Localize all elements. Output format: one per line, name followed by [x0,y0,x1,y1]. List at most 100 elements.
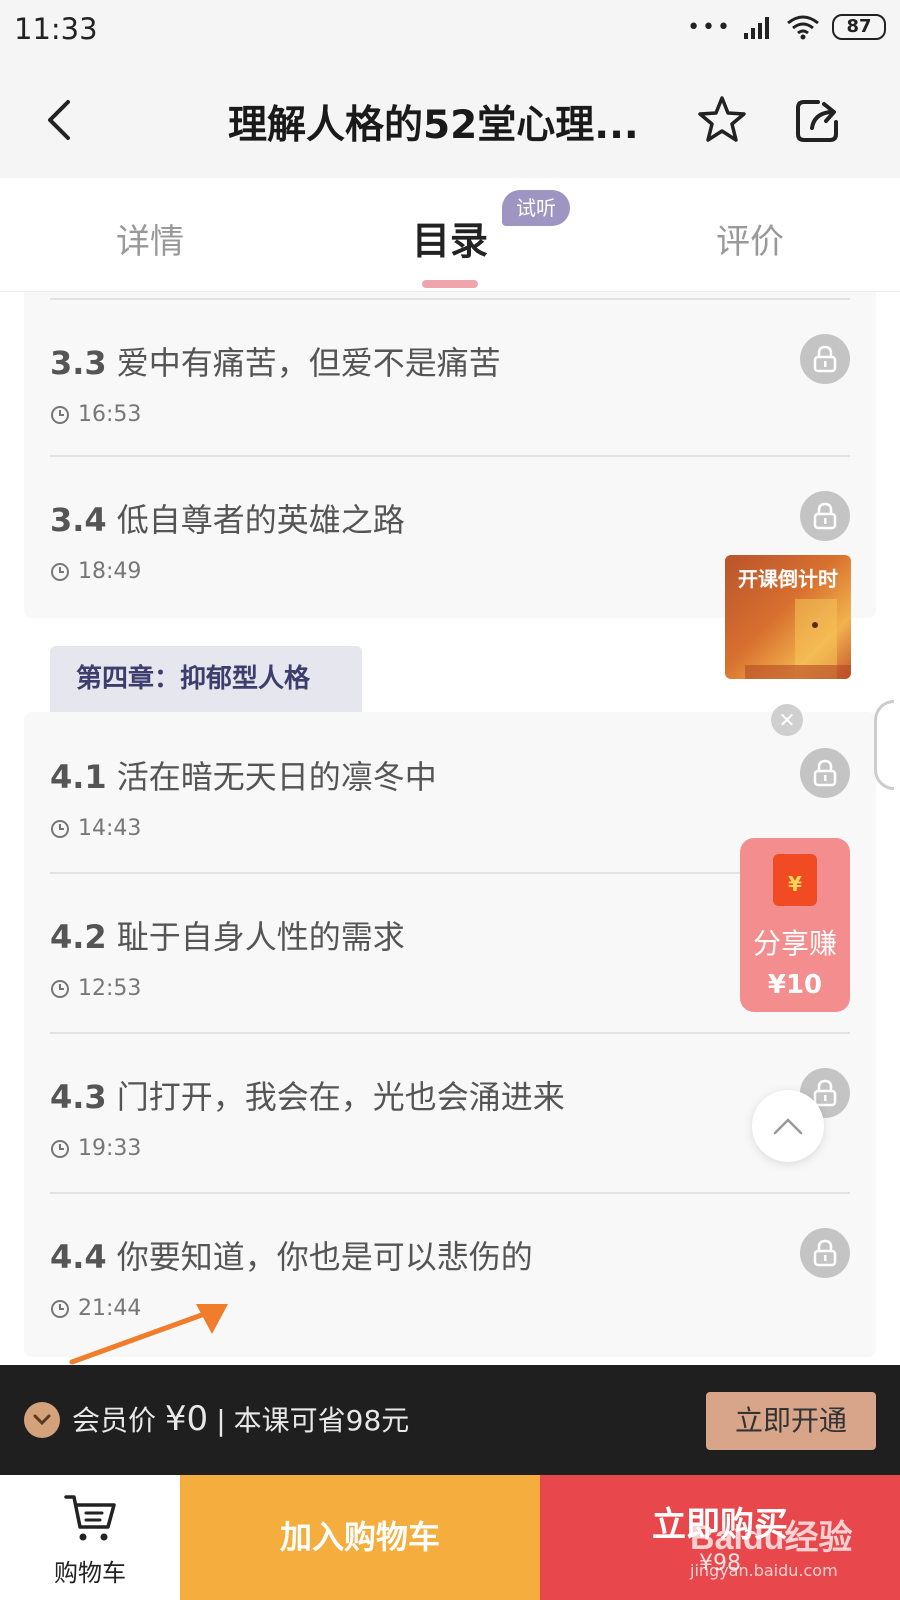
favorite-button[interactable] [696,94,748,146]
clock-icon [51,979,69,998]
member-promo-bar: 会员价 ¥0 | 本课可省98元 立即开通 [0,1365,900,1475]
signal-icon [744,17,769,39]
shopping-cart-icon [64,1495,116,1541]
list-item[interactable]: 4.3 门打开，我会在，光也会涌进来 19:33 [50,1032,850,1192]
list-item[interactable]: 3.3 爱中有痛苦，但爱不是痛苦 16:53 [50,298,850,458]
duration-text: 14:43 [78,816,142,841]
member-price-text: 会员价 ¥0 | 本课可省98元 [72,1399,409,1439]
lesson-name: 活在暗无天日的凛冬中 [116,758,437,796]
lock-icon [813,759,837,787]
divider [50,1032,850,1034]
more-dots-icon: ••• [687,14,732,40]
cart-button[interactable]: 购物车 [0,1475,180,1600]
baidu-watermark: Baidu经验 jingyan.baidu.com [690,1510,852,1580]
lesson-duration: 16:53 [50,402,141,427]
lock-icon [813,502,837,530]
chevron-up-icon [773,1118,803,1135]
member-savings: 本课可省98元 [233,1404,410,1437]
divider [50,298,850,300]
chapter-tag: 第四章：抑郁型人格 [50,646,362,712]
annotation-arrow-icon [69,1304,228,1365]
share-earn-button[interactable]: ¥ 分享赚 ¥10 [740,838,850,1012]
lesson-number: 3.4 [50,501,107,539]
chapter-4-card: 4.1活在暗无天日的凛冬中 14:43 4.2耻于自身人性的需求 12:53 [24,712,876,1357]
lesson-number: 3.3 [50,344,107,382]
clock-icon [51,1139,69,1158]
share-earn-amount: ¥10 [767,970,823,1000]
duration-text: 19:33 [78,1136,142,1161]
red-envelope-icon: ¥ [773,854,817,906]
lock-icon [813,345,837,373]
cart-label: 购物车 [54,1559,126,1587]
watermark-url: jingyan.baidu.com [690,1561,838,1580]
tab-catalog[interactable]: 目录 [412,210,488,265]
lesson-number: 4.2 [50,918,107,956]
watermark-logo: Baidu经验 [690,1519,853,1557]
star-icon [698,96,746,142]
duration-text: 18:49 [78,559,142,584]
clock-icon [51,819,69,838]
lesson-title: 3.3 爱中有痛苦，但爱不是痛苦 [50,338,501,384]
close-icon: ✕ [778,708,796,732]
wifi-icon [787,15,819,40]
lesson-title: 4.3 门打开，我会在，光也会涌进来 [50,1072,565,1118]
back-button[interactable] [40,96,80,144]
lesson-number: 4.1 [50,758,107,796]
lesson-title: 4.2 耻于自身人性的需求 [50,912,405,958]
divider [50,1192,850,1194]
lock-icon [813,1239,837,1267]
countdown-label: 开课倒计时 [738,567,838,591]
separator: | [216,1404,226,1437]
side-drawer-handle[interactable] [874,700,894,790]
lock-button[interactable] [800,1228,850,1278]
tab-reviews[interactable]: 评价 [716,214,784,263]
lesson-number: 4.4 [50,1238,107,1276]
share-button[interactable] [794,96,842,144]
lesson-number: 4.3 [50,1078,107,1116]
status-icons: ••• 87 [687,14,886,40]
lesson-name: 低自尊者的英雄之路 [116,501,405,539]
tab-details[interactable]: 详情 [116,214,184,263]
share-earn-label: 分享赚 [752,927,837,960]
close-button[interactable]: ✕ [771,704,803,736]
chevron-down-icon [33,1414,51,1426]
tab-bar: 详情 目录 试听 评价 [0,178,900,292]
member-price: ¥0 [164,1399,209,1439]
lock-button[interactable] [800,491,850,541]
duration-text: 12:53 [78,976,142,1001]
yuan-symbol: ¥ [788,872,802,896]
trial-badge: 试听 [502,190,570,226]
list-item[interactable]: 4.2 耻于自身人性的需求 12:53 [50,872,850,1032]
status-time: 11:33 [14,12,98,46]
member-label: 会员价 [72,1404,157,1437]
share-icon [796,100,838,142]
divider [50,872,850,874]
title-bar: 理解人格的52堂心理... [0,60,900,178]
lesson-title: 3.4 低自尊者的英雄之路 [50,495,405,541]
lesson-name: 门打开，我会在，光也会涌进来 [116,1078,565,1116]
active-tab-indicator [422,280,478,288]
add-to-cart-button[interactable]: 加入购物车 [180,1475,540,1600]
lesson-name: 你要知道，你也是可以悲伤的 [116,1238,533,1276]
activate-membership-button[interactable]: 立即开通 [706,1392,876,1450]
lesson-duration: 12:53 [50,976,141,1001]
page-title: 理解人格的52堂心理... [228,103,639,148]
catalog-list[interactable]: 3.3 爱中有痛苦，但爱不是痛苦 16:53 3.4 低自尊者的英雄之路 18:49 [0,292,900,1365]
lesson-name: 耻于自身人性的需求 [116,918,405,956]
chevron-left-icon [48,100,70,140]
lock-button[interactable] [800,748,850,798]
status-bar: 11:33 ••• 87 [0,0,900,60]
vip-icon [24,1402,60,1438]
lesson-title: 4.4 你要知道，你也是可以悲伤的 [50,1232,533,1278]
clock-icon [51,562,69,581]
lock-button[interactable] [800,334,850,384]
countdown-widget[interactable]: 开课倒计时 [725,555,851,679]
lesson-duration: 18:49 [50,559,141,584]
list-item[interactable]: 4.1 活在暗无天日的凛冬中 14:43 [50,712,850,872]
lesson-title: 4.1 活在暗无天日的凛冬中 [50,752,437,798]
duration-text: 16:53 [78,402,142,427]
lesson-duration: 14:43 [50,816,141,841]
lesson-duration: 19:33 [50,1136,141,1161]
battery-indicator: 87 [832,14,886,40]
scroll-to-top-button[interactable] [752,1090,824,1162]
